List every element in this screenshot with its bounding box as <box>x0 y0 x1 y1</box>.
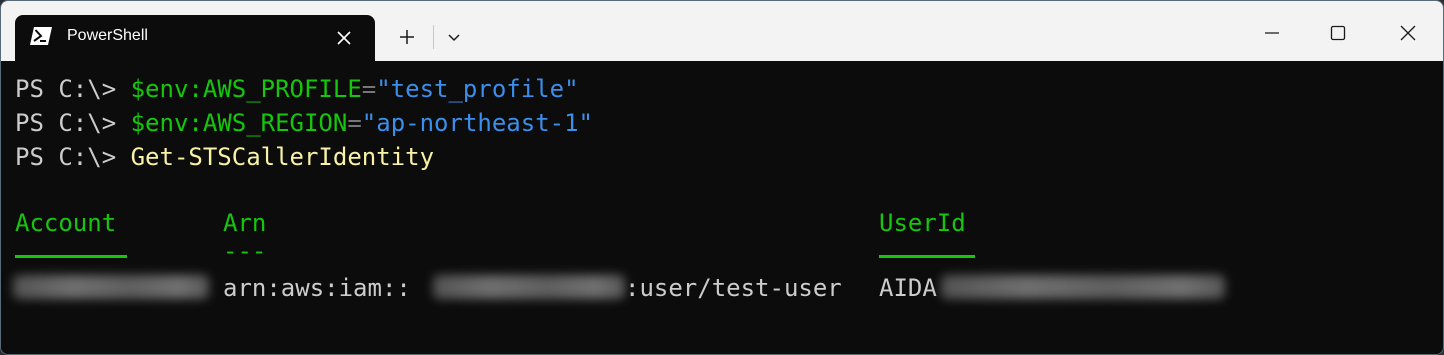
redacted-account <box>13 275 209 299</box>
header-underline-account <box>15 255 127 258</box>
command-line-1: PS C:\> $env:AWS_PROFILE="test_profile" <box>15 73 579 106</box>
operator-token: = <box>347 109 362 137</box>
close-tab-icon[interactable] <box>329 23 359 53</box>
arn-prefix: arn:aws:iam:: <box>223 274 411 302</box>
close-window-button[interactable] <box>1385 11 1431 55</box>
maximize-icon <box>1330 25 1346 41</box>
plus-icon <box>400 30 414 44</box>
string-token: "ap-northeast-1" <box>361 109 593 137</box>
command-line-3: PS C:\> Get-STSCallerIdentity <box>15 141 434 174</box>
chevron-down-icon <box>448 34 460 42</box>
variable-token: $env:AWS_PROFILE <box>130 75 362 103</box>
arn-suffix: :user/test-user <box>625 274 842 302</box>
userid-prefix: AIDA <box>879 274 937 302</box>
command-line-2: PS C:\> $env:AWS_REGION="ap-northeast-1" <box>15 107 593 140</box>
variable-token: $env:AWS_REGION <box>130 109 348 137</box>
prompt: PS C:\> <box>15 143 131 171</box>
close-icon <box>1400 25 1416 41</box>
tab-dropdown-button[interactable] <box>439 21 469 53</box>
maximize-button[interactable] <box>1315 11 1361 55</box>
command-token: Get-STSCallerIdentity <box>130 143 435 171</box>
operator-token: = <box>361 75 377 103</box>
prompt: PS C:\> <box>15 75 131 103</box>
tab-powershell[interactable]: PowerShell <box>15 15 375 61</box>
redacted-userid <box>941 275 1225 299</box>
string-token: "test_profile" <box>376 75 579 103</box>
tab-title: PowerShell <box>67 27 148 44</box>
new-tab-button[interactable] <box>389 21 425 53</box>
minimize-button[interactable] <box>1249 11 1295 55</box>
terminal-output[interactable]: PS C:\> $env:AWS_PROFILE="test_profile" … <box>1 61 1443 354</box>
prompt: PS C:\> <box>15 109 131 137</box>
terminal-window: PowerShell PS C:\> $env:AWS_PROFILE="tes… <box>0 0 1444 355</box>
header-account: Account <box>15 209 117 237</box>
redacted-account-in-arn <box>433 275 625 299</box>
header-userid: UserId <box>879 209 966 237</box>
title-bar: PowerShell <box>1 1 1443 61</box>
header-underline-userid <box>879 255 975 258</box>
header-underline-arn: --- <box>223 237 267 265</box>
minimize-icon <box>1265 32 1279 34</box>
powershell-icon <box>29 26 53 46</box>
tab-separator <box>433 25 434 49</box>
